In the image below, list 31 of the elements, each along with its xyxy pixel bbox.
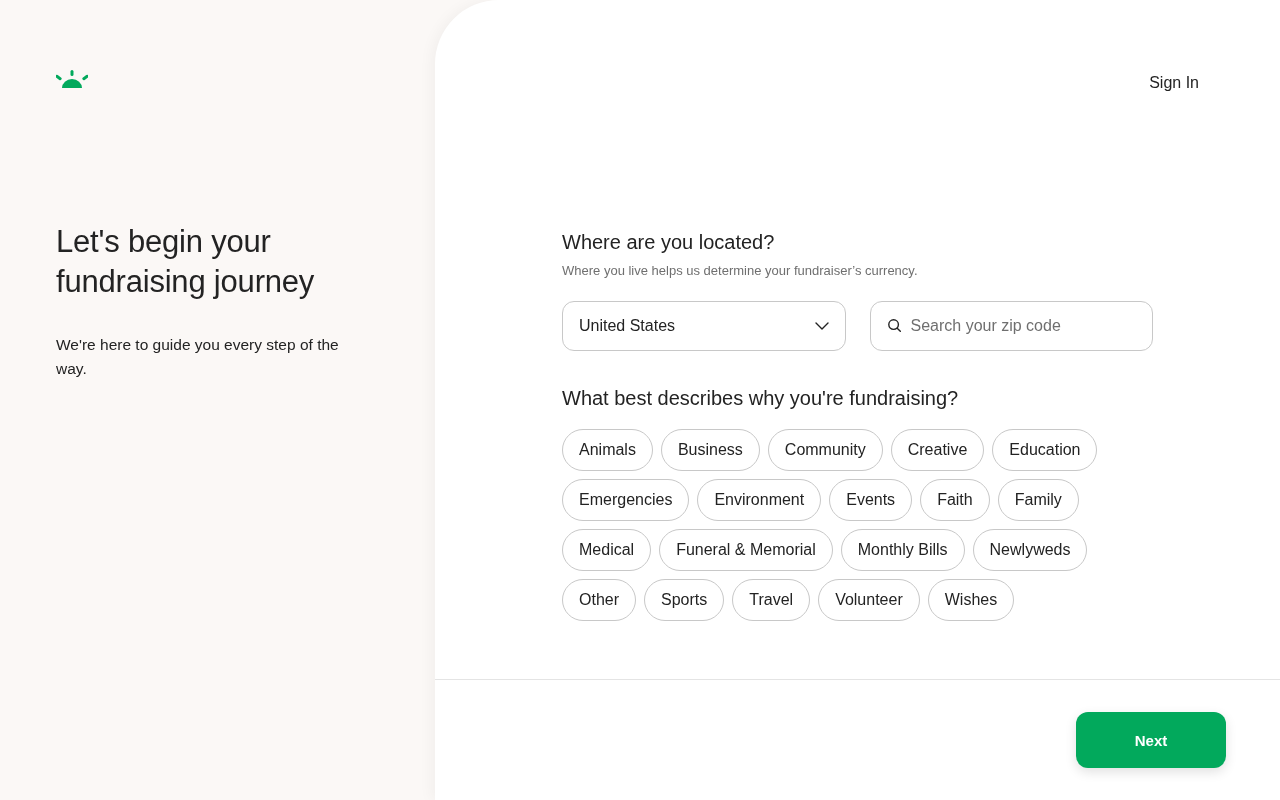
category-chip[interactable]: Medical (562, 529, 652, 571)
location-question: Where are you located? (562, 230, 776, 254)
country-select[interactable]: United States (562, 301, 846, 351)
category-chip[interactable]: Other (562, 579, 636, 621)
category-chip[interactable]: Wishes (927, 579, 1015, 621)
category-chip[interactable]: Business (660, 429, 760, 471)
country-value: United States (579, 317, 676, 335)
category-chip[interactable]: Monthly Bills (840, 529, 965, 571)
zip-search-field[interactable]: Search your zip code (869, 301, 1153, 351)
category-chip[interactable]: Animals (562, 429, 653, 471)
category-chip[interactable]: Community (767, 429, 883, 471)
category-chip[interactable]: Newlyweds (972, 529, 1088, 571)
category-chip[interactable]: Environment (697, 479, 822, 521)
category-chip[interactable]: Volunteer (818, 579, 920, 621)
category-chip[interactable]: Faith (920, 479, 990, 521)
category-chip[interactable]: Emergencies (562, 479, 690, 521)
category-chip[interactable]: Travel (732, 579, 811, 621)
category-chip[interactable]: Family (997, 479, 1079, 521)
category-chip[interactable]: Funeral & Memorial (659, 529, 833, 571)
logo-icon (56, 70, 88, 88)
intro-text: We're here to guide you every step of the way. (56, 335, 340, 379)
chevron-down-icon (814, 322, 829, 330)
category-chip[interactable]: Creative (890, 429, 985, 471)
page-title: Let's begin your fundraising journey (56, 223, 316, 301)
category-chip[interactable]: Sports (644, 579, 725, 621)
sign-in-link[interactable]: Sign In (1149, 73, 1199, 93)
category-chip[interactable]: Events (829, 479, 913, 521)
location-hint: Where you live helps us determine your fundraiser’s currency. (562, 262, 919, 280)
category-question: What best describes why you're fundraising? (562, 386, 960, 410)
search-icon (887, 319, 901, 332)
category-chip[interactable]: Education (992, 429, 1098, 471)
